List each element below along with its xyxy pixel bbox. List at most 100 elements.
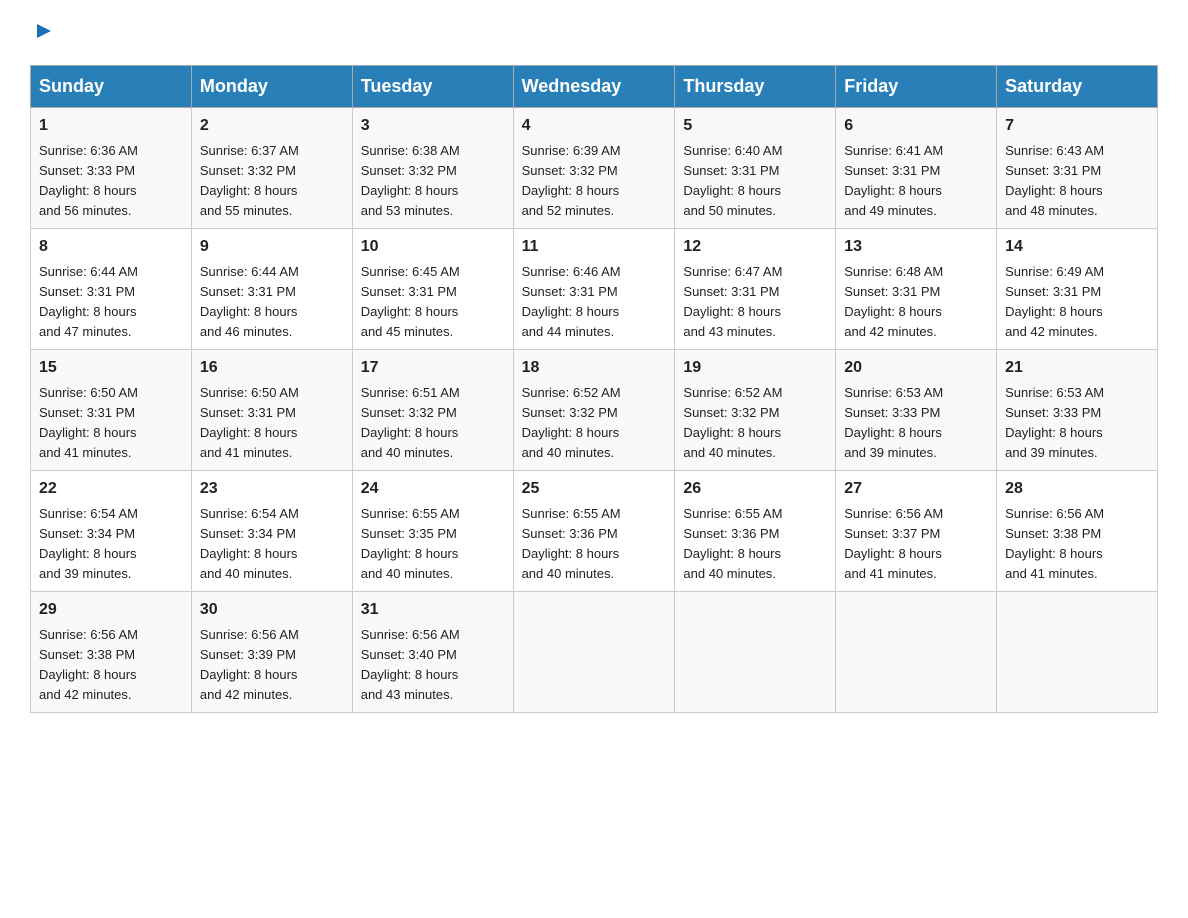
- day-cell: 11 Sunrise: 6:46 AM Sunset: 3:31 PM Dayl…: [513, 228, 675, 349]
- day-number: 7: [1005, 114, 1149, 138]
- daylight-info: Daylight: 8 hoursand 41 minutes.: [1005, 546, 1103, 581]
- header-cell-monday: Monday: [191, 65, 352, 107]
- day-number: 19: [683, 356, 827, 380]
- sunrise-info: Sunrise: 6:52 AM: [522, 385, 621, 400]
- sunset-info: Sunset: 3:31 PM: [1005, 163, 1101, 178]
- day-number: 14: [1005, 235, 1149, 259]
- daylight-info: Daylight: 8 hoursand 50 minutes.: [683, 183, 781, 218]
- sunset-info: Sunset: 3:33 PM: [844, 405, 940, 420]
- sunset-info: Sunset: 3:31 PM: [683, 163, 779, 178]
- day-cell: [675, 591, 836, 712]
- day-number: 17: [361, 356, 505, 380]
- daylight-info: Daylight: 8 hoursand 40 minutes.: [683, 546, 781, 581]
- day-number: 28: [1005, 477, 1149, 501]
- week-row-1: 1 Sunrise: 6:36 AM Sunset: 3:33 PM Dayli…: [31, 107, 1158, 228]
- day-cell: 15 Sunrise: 6:50 AM Sunset: 3:31 PM Dayl…: [31, 349, 192, 470]
- day-number: 2: [200, 114, 344, 138]
- sunrise-info: Sunrise: 6:56 AM: [200, 627, 299, 642]
- week-row-5: 29 Sunrise: 6:56 AM Sunset: 3:38 PM Dayl…: [31, 591, 1158, 712]
- sunset-info: Sunset: 3:31 PM: [844, 163, 940, 178]
- sunset-info: Sunset: 3:37 PM: [844, 526, 940, 541]
- logo: [30, 20, 55, 47]
- sunrise-info: Sunrise: 6:54 AM: [39, 506, 138, 521]
- daylight-info: Daylight: 8 hoursand 56 minutes.: [39, 183, 137, 218]
- day-number: 24: [361, 477, 505, 501]
- day-number: 16: [200, 356, 344, 380]
- sunset-info: Sunset: 3:31 PM: [683, 284, 779, 299]
- day-number: 31: [361, 598, 505, 622]
- sunrise-info: Sunrise: 6:50 AM: [39, 385, 138, 400]
- header-cell-sunday: Sunday: [31, 65, 192, 107]
- day-cell: 23 Sunrise: 6:54 AM Sunset: 3:34 PM Dayl…: [191, 470, 352, 591]
- sunrise-info: Sunrise: 6:56 AM: [844, 506, 943, 521]
- day-cell: 10 Sunrise: 6:45 AM Sunset: 3:31 PM Dayl…: [352, 228, 513, 349]
- header-cell-wednesday: Wednesday: [513, 65, 675, 107]
- daylight-info: Daylight: 8 hoursand 40 minutes.: [522, 546, 620, 581]
- week-row-3: 15 Sunrise: 6:50 AM Sunset: 3:31 PM Dayl…: [31, 349, 1158, 470]
- day-number: 26: [683, 477, 827, 501]
- daylight-info: Daylight: 8 hoursand 42 minutes.: [1005, 304, 1103, 339]
- day-number: 25: [522, 477, 667, 501]
- sunset-info: Sunset: 3:31 PM: [1005, 284, 1101, 299]
- header-cell-tuesday: Tuesday: [352, 65, 513, 107]
- sunrise-info: Sunrise: 6:47 AM: [683, 264, 782, 279]
- daylight-info: Daylight: 8 hoursand 47 minutes.: [39, 304, 137, 339]
- sunset-info: Sunset: 3:31 PM: [522, 284, 618, 299]
- day-cell: 24 Sunrise: 6:55 AM Sunset: 3:35 PM Dayl…: [352, 470, 513, 591]
- daylight-info: Daylight: 8 hoursand 41 minutes.: [39, 425, 137, 460]
- sunset-info: Sunset: 3:34 PM: [39, 526, 135, 541]
- sunset-info: Sunset: 3:31 PM: [361, 284, 457, 299]
- day-cell: 6 Sunrise: 6:41 AM Sunset: 3:31 PM Dayli…: [836, 107, 997, 228]
- sunset-info: Sunset: 3:36 PM: [683, 526, 779, 541]
- sunset-info: Sunset: 3:34 PM: [200, 526, 296, 541]
- sunrise-info: Sunrise: 6:38 AM: [361, 143, 460, 158]
- day-number: 21: [1005, 356, 1149, 380]
- daylight-info: Daylight: 8 hoursand 55 minutes.: [200, 183, 298, 218]
- day-cell: 26 Sunrise: 6:55 AM Sunset: 3:36 PM Dayl…: [675, 470, 836, 591]
- sunrise-info: Sunrise: 6:44 AM: [39, 264, 138, 279]
- sunrise-info: Sunrise: 6:41 AM: [844, 143, 943, 158]
- daylight-info: Daylight: 8 hoursand 53 minutes.: [361, 183, 459, 218]
- sunset-info: Sunset: 3:38 PM: [39, 647, 135, 662]
- sunrise-info: Sunrise: 6:55 AM: [361, 506, 460, 521]
- calendar-body: 1 Sunrise: 6:36 AM Sunset: 3:33 PM Dayli…: [31, 107, 1158, 712]
- day-cell: 3 Sunrise: 6:38 AM Sunset: 3:32 PM Dayli…: [352, 107, 513, 228]
- sunset-info: Sunset: 3:32 PM: [683, 405, 779, 420]
- day-cell: 19 Sunrise: 6:52 AM Sunset: 3:32 PM Dayl…: [675, 349, 836, 470]
- sunset-info: Sunset: 3:32 PM: [522, 163, 618, 178]
- sunset-info: Sunset: 3:38 PM: [1005, 526, 1101, 541]
- header-row: SundayMondayTuesdayWednesdayThursdayFrid…: [31, 65, 1158, 107]
- sunrise-info: Sunrise: 6:36 AM: [39, 143, 138, 158]
- day-cell: 1 Sunrise: 6:36 AM Sunset: 3:33 PM Dayli…: [31, 107, 192, 228]
- day-number: 30: [200, 598, 344, 622]
- day-cell: [836, 591, 997, 712]
- day-number: 20: [844, 356, 988, 380]
- day-number: 3: [361, 114, 505, 138]
- daylight-info: Daylight: 8 hoursand 39 minutes.: [1005, 425, 1103, 460]
- sunrise-info: Sunrise: 6:39 AM: [522, 143, 621, 158]
- daylight-info: Daylight: 8 hoursand 41 minutes.: [844, 546, 942, 581]
- day-cell: 16 Sunrise: 6:50 AM Sunset: 3:31 PM Dayl…: [191, 349, 352, 470]
- week-row-2: 8 Sunrise: 6:44 AM Sunset: 3:31 PM Dayli…: [31, 228, 1158, 349]
- day-number: 27: [844, 477, 988, 501]
- day-cell: 22 Sunrise: 6:54 AM Sunset: 3:34 PM Dayl…: [31, 470, 192, 591]
- day-cell: 29 Sunrise: 6:56 AM Sunset: 3:38 PM Dayl…: [31, 591, 192, 712]
- sunset-info: Sunset: 3:31 PM: [200, 284, 296, 299]
- sunrise-info: Sunrise: 6:49 AM: [1005, 264, 1104, 279]
- day-cell: 17 Sunrise: 6:51 AM Sunset: 3:32 PM Dayl…: [352, 349, 513, 470]
- header-cell-friday: Friday: [836, 65, 997, 107]
- day-cell: 4 Sunrise: 6:39 AM Sunset: 3:32 PM Dayli…: [513, 107, 675, 228]
- logo-arrow-icon: [33, 20, 55, 47]
- day-cell: 20 Sunrise: 6:53 AM Sunset: 3:33 PM Dayl…: [836, 349, 997, 470]
- sunrise-info: Sunrise: 6:51 AM: [361, 385, 460, 400]
- day-cell: 27 Sunrise: 6:56 AM Sunset: 3:37 PM Dayl…: [836, 470, 997, 591]
- daylight-info: Daylight: 8 hoursand 40 minutes.: [522, 425, 620, 460]
- sunset-info: Sunset: 3:33 PM: [1005, 405, 1101, 420]
- day-number: 8: [39, 235, 183, 259]
- day-cell: 14 Sunrise: 6:49 AM Sunset: 3:31 PM Dayl…: [997, 228, 1158, 349]
- sunrise-info: Sunrise: 6:53 AM: [1005, 385, 1104, 400]
- day-cell: 8 Sunrise: 6:44 AM Sunset: 3:31 PM Dayli…: [31, 228, 192, 349]
- sunrise-info: Sunrise: 6:55 AM: [683, 506, 782, 521]
- day-number: 18: [522, 356, 667, 380]
- day-cell: [513, 591, 675, 712]
